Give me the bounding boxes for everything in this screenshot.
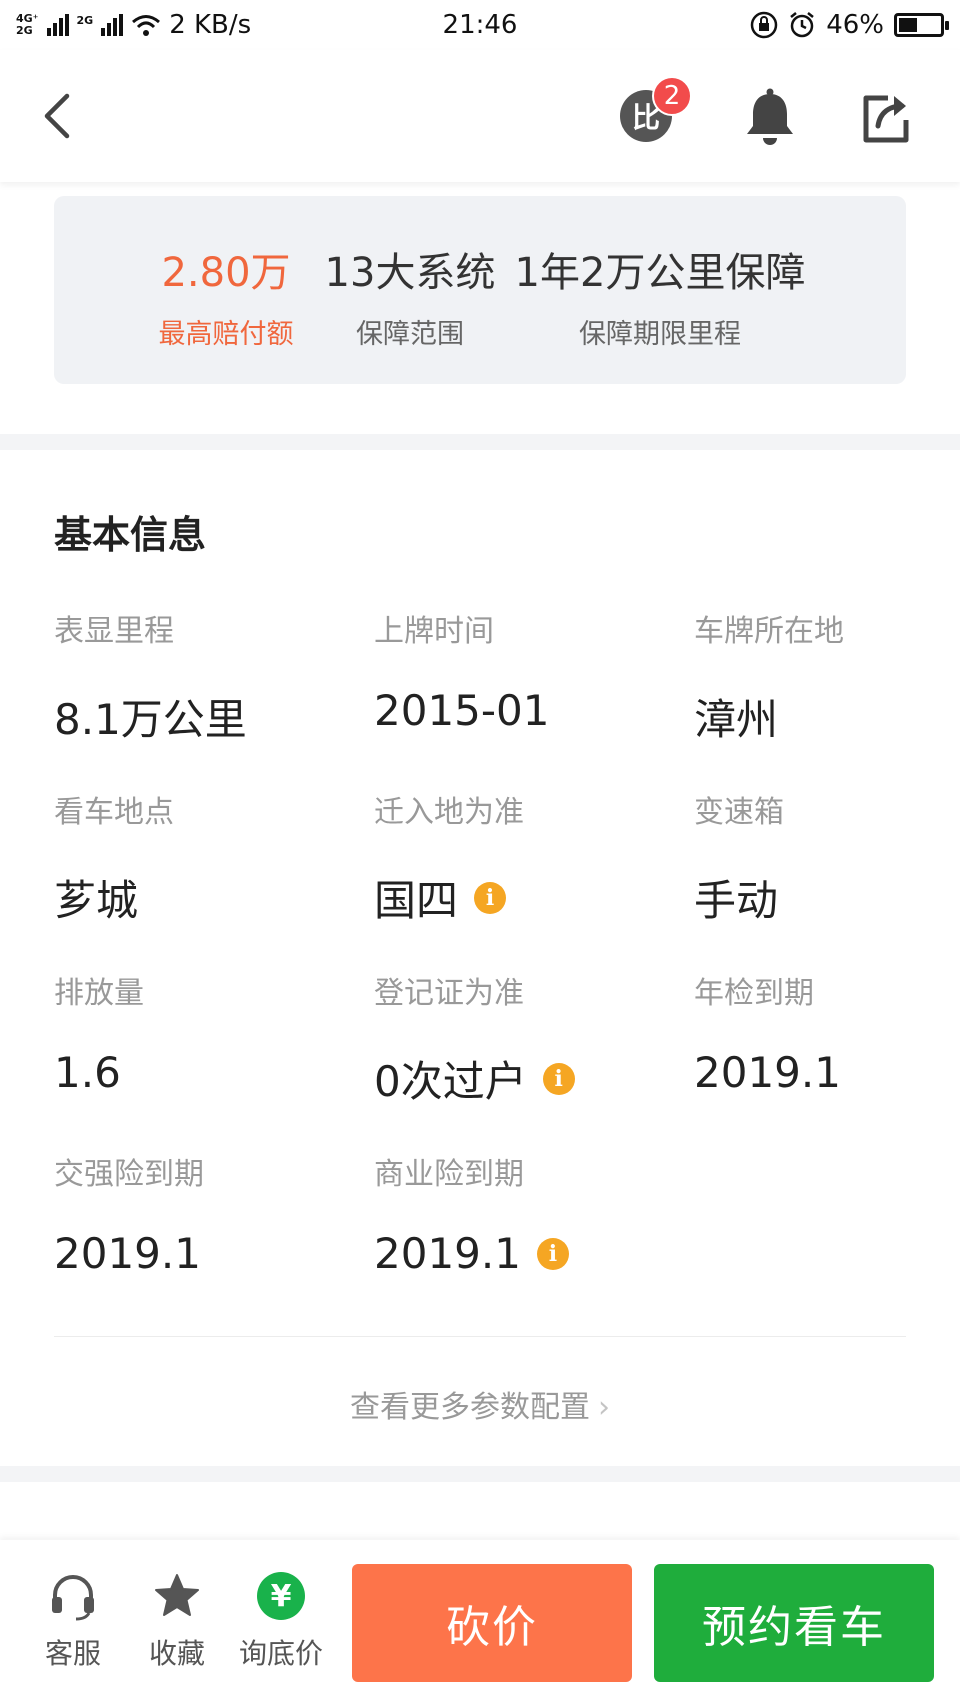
info-icon[interactable]: i: [536, 1237, 569, 1270]
network-type-small: 2G: [76, 14, 94, 27]
favorite-button[interactable]: 收藏: [122, 1570, 232, 1672]
coverage-term: 1年2万公里保障 保障期限里程: [510, 240, 810, 351]
basic-info-title: 基本信息: [54, 513, 207, 557]
price-inquiry-button[interactable]: ¥ 询底价: [226, 1570, 336, 1672]
max-payout-label: 最高赔付额: [158, 319, 294, 350]
info-value: 1.6: [54, 1048, 121, 1097]
share-button[interactable]: [858, 88, 914, 148]
info-value: 2019.1: [374, 1229, 521, 1278]
divider: [54, 1336, 906, 1337]
notification-button[interactable]: [742, 88, 798, 148]
more-specs-label: 查看更多参数配置: [350, 1390, 590, 1425]
book-viewing-button[interactable]: 预约看车: [654, 1564, 934, 1682]
info-label: 上牌时间: [374, 614, 494, 649]
max-payout-value: 2.80万: [161, 250, 291, 296]
info-icon[interactable]: i: [474, 881, 507, 914]
network-type: 4G⁺ 2G: [16, 13, 39, 37]
info-value: 漳州: [694, 695, 779, 744]
chevron-right-icon: ›: [598, 1390, 610, 1425]
rotation-lock-icon: [750, 11, 778, 39]
max-payout: 2.80万 最高赔付额: [126, 240, 326, 351]
coverage-term-label: 保障期限里程: [579, 319, 741, 350]
info-label: 看车地点: [54, 795, 174, 830]
coverage-term-value: 1年2万公里保障: [514, 250, 806, 296]
coverage-scope-value: 13大系统: [324, 250, 496, 296]
signal-icon: [46, 14, 69, 36]
chevron-left-icon: [44, 93, 70, 139]
info-value: 2019.1: [54, 1229, 201, 1278]
info-value: 8.1万公里: [54, 695, 247, 744]
info-label: 交强险到期: [54, 1157, 204, 1192]
info-compulsory-insurance-expiry: 交强险到期 2019.1: [54, 1149, 354, 1278]
customer-service-label: 客服: [44, 1637, 101, 1670]
battery-level: [899, 18, 917, 32]
info-label: 迁入地为准: [374, 795, 524, 830]
network-type-bottom: 2G: [16, 24, 33, 37]
signal-icon-secondary: [101, 14, 124, 36]
status-right: 46%: [750, 10, 949, 40]
info-value: 2015-01: [374, 686, 550, 735]
favorite-label: 收藏: [148, 1637, 205, 1670]
section-separator: [0, 1466, 960, 1482]
price-inquiry-label: 询底价: [238, 1637, 323, 1670]
compare-count-badge: 2: [652, 76, 692, 116]
star-icon: [155, 1574, 199, 1616]
info-label: 年检到期: [694, 976, 814, 1011]
back-button[interactable]: [34, 88, 78, 144]
status-left: 4G⁺ 2G 2G 2 KB/s: [16, 10, 251, 40]
info-value: 0次过户: [374, 1057, 527, 1106]
info-mileage: 表显里程 8.1万公里: [54, 606, 354, 747]
more-specs-link[interactable]: 查看更多参数配置 ›: [0, 1382, 960, 1426]
info-value: 手动: [694, 876, 779, 925]
top-nav: 比 2: [0, 50, 960, 182]
info-icon[interactable]: i: [542, 1062, 575, 1095]
wifi-icon: [132, 15, 161, 36]
battery-icon: [894, 13, 949, 37]
coverage-scope: 13大系统 保障范围: [310, 240, 510, 351]
info-displacement: 排放量 1.6: [54, 968, 354, 1097]
warranty-summary-card: 2.80万 最高赔付额 13大系统 保障范围 1年2万公里保障 保障期限里程: [54, 196, 906, 384]
coverage-scope-label: 保障范围: [356, 319, 464, 350]
info-label: 排放量: [54, 976, 144, 1011]
info-label: 车牌所在地: [694, 614, 844, 649]
info-transmission: 变速箱 手动: [694, 787, 960, 928]
share-icon: [863, 95, 909, 143]
info-label: 表显里程: [54, 614, 174, 649]
info-value: 国四: [374, 876, 459, 925]
info-plate-location: 车牌所在地 漳州: [694, 606, 960, 747]
network-speed: 2 KB/s: [169, 10, 252, 40]
info-label: 登记证为准: [374, 976, 524, 1011]
info-inspection-expiry: 年检到期 2019.1: [694, 968, 960, 1097]
info-label: 变速箱: [694, 795, 784, 830]
alarm-icon: [790, 12, 814, 38]
info-label: 商业险到期: [374, 1157, 524, 1192]
info-commercial-insurance-expiry: 商业险到期 2019.1 i: [374, 1149, 674, 1278]
bottom-action-bar: 客服 收藏 ¥ 询底价 砍价 预约看车: [0, 1540, 960, 1706]
bell-icon: [747, 88, 793, 145]
info-viewing-location: 看车地点 芗城: [54, 787, 354, 928]
compare-button[interactable]: 比 2: [620, 76, 692, 146]
info-value: 芗城: [54, 876, 139, 925]
yuan-icon: ¥: [257, 1572, 305, 1620]
info-transfers: 登记证为准 0次过户 i: [374, 968, 674, 1109]
info-value: 2019.1: [694, 1048, 841, 1097]
info-registration-date: 上牌时间 2015-01: [374, 606, 674, 735]
headset-icon: [52, 1575, 94, 1621]
status-bar: 4G⁺ 2G 2G 2 KB/s 21:46 46%: [0, 0, 960, 50]
customer-service-button[interactable]: 客服: [18, 1570, 128, 1672]
section-separator: [0, 434, 960, 450]
battery-percent: 46%: [826, 10, 884, 40]
info-emission-standard: 迁入地为准 国四 i: [374, 787, 674, 928]
bargain-button[interactable]: 砍价: [352, 1564, 632, 1682]
